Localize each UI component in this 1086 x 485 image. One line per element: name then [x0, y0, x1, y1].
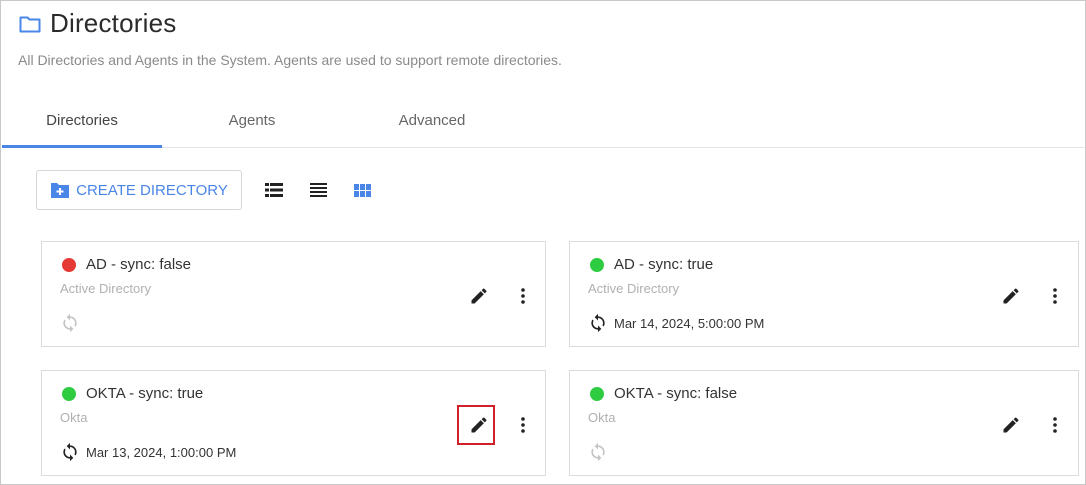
sync-icon — [63, 313, 77, 333]
directory-name: AD - sync: true — [614, 256, 714, 273]
tab-directories[interactable]: Directories — [2, 100, 162, 148]
title-row: Directories — [18, 8, 176, 39]
card-title-row: AD - sync: true — [590, 256, 713, 273]
sync-icon — [591, 442, 605, 462]
card-title-row: AD - sync: false — [62, 256, 191, 273]
folder-add-icon — [51, 183, 70, 198]
edit-button[interactable] — [999, 284, 1023, 308]
directory-type: Active Directory — [60, 281, 152, 296]
pencil-icon — [471, 288, 487, 304]
directory-card[interactable]: AD - sync: false Active Directory — [41, 241, 546, 347]
directory-type: Okta — [588, 410, 616, 425]
edit-button[interactable] — [467, 284, 491, 308]
create-directory-button[interactable]: CREATE DIRECTORY — [36, 170, 242, 210]
card-title-row: OKTA - sync: false — [590, 385, 737, 402]
directory-name: OKTA - sync: false — [614, 385, 738, 402]
tab-bar: Directories Agents Advanced — [2, 100, 1084, 148]
compact-list-button[interactable] — [306, 178, 330, 202]
page-title: Directories — [50, 8, 177, 38]
create-directory-label: CREATE DIRECTORY — [76, 181, 228, 199]
more-options-button[interactable] — [1043, 413, 1067, 437]
status-indicator — [62, 257, 76, 272]
sync-status — [588, 442, 614, 462]
status-indicator — [62, 386, 76, 401]
edit-button[interactable] — [467, 413, 491, 437]
card-title-row: OKTA - sync: true — [62, 385, 203, 402]
directory-type: Active Directory — [588, 281, 680, 296]
sync-status: Mar 14, 2024, 5:00:00 PM — [588, 313, 764, 333]
folder-icon — [19, 16, 41, 32]
toolbar: CREATE DIRECTORY — [36, 170, 374, 210]
page-subtitle: All Directories and Agents in the System… — [18, 52, 562, 68]
directory-name: AD - sync: false — [86, 256, 192, 273]
last-sync-time: Mar 13, 2024, 1:00:00 PM — [86, 444, 237, 460]
grid-view-button[interactable] — [350, 178, 374, 202]
more-vertical-icon — [521, 417, 525, 433]
list-view-button[interactable] — [262, 178, 286, 202]
directory-type: Okta — [60, 410, 88, 425]
grid-view-icon — [353, 183, 371, 197]
more-vertical-icon — [521, 288, 525, 304]
tab-agents[interactable]: Agents — [162, 100, 342, 147]
more-options-button[interactable] — [511, 284, 535, 308]
more-vertical-icon — [1053, 288, 1057, 304]
sync-icon — [63, 442, 77, 462]
pencil-icon — [1003, 417, 1019, 433]
tab-advanced[interactable]: Advanced — [342, 100, 522, 147]
page-header: Directories — [18, 8, 176, 39]
pencil-icon — [471, 417, 487, 433]
status-indicator — [590, 386, 604, 401]
last-sync-time: Mar 14, 2024, 5:00:00 PM — [614, 315, 765, 331]
compact-list-icon — [309, 183, 327, 197]
sync-icon — [591, 313, 605, 333]
status-indicator — [590, 257, 604, 272]
more-options-button[interactable] — [511, 413, 535, 437]
directory-name: OKTA - sync: true — [86, 385, 204, 402]
pencil-icon — [1003, 288, 1019, 304]
more-options-button[interactable] — [1043, 284, 1067, 308]
directory-card[interactable]: OKTA - sync: true Okta Mar 13, 2024, 1:0… — [41, 370, 546, 476]
list-view-icon — [265, 183, 283, 197]
sync-status: Mar 13, 2024, 1:00:00 PM — [60, 442, 236, 462]
directory-card[interactable]: AD - sync: true Active Directory Mar 14,… — [569, 241, 1079, 347]
directory-card[interactable]: OKTA - sync: false Okta — [569, 370, 1079, 476]
more-vertical-icon — [1053, 417, 1057, 433]
sync-status — [60, 313, 86, 333]
edit-button[interactable] — [999, 413, 1023, 437]
